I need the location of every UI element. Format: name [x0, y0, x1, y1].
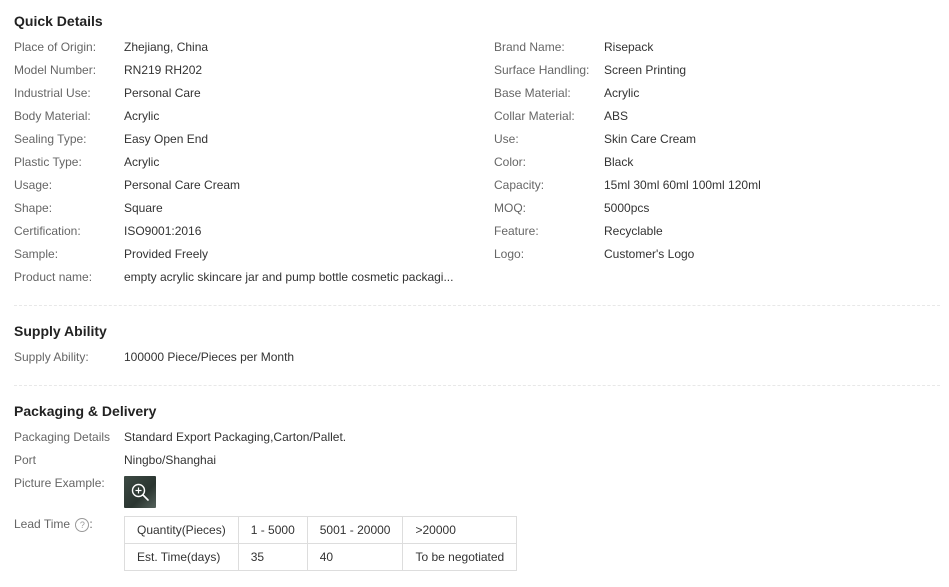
- detail-label: Shape:: [14, 201, 53, 215]
- detail-value: Black: [604, 155, 634, 169]
- detail-value: Provided Freely: [124, 247, 209, 261]
- detail-value: Personal Care Cream: [124, 178, 241, 192]
- detail-label: Use:: [494, 132, 519, 146]
- detail-value: Recyclable: [604, 224, 663, 238]
- section-divider: [14, 305, 940, 306]
- detail-label: Certification:: [14, 224, 81, 238]
- detail-value: ABS: [604, 109, 629, 123]
- detail-label: Collar Material:: [494, 109, 575, 123]
- detail-value: empty acrylic skincare jar and pump bott…: [124, 270, 454, 284]
- detail-label: Usage:: [14, 178, 53, 192]
- product-details-page: Quick Details Place of Origin: Zhejiang,…: [0, 0, 949, 587]
- detail-label: Color:: [494, 155, 527, 169]
- detail-label: Product name:: [14, 270, 93, 284]
- detail-label: Supply Ability:: [14, 350, 89, 364]
- detail-value: Personal Care: [124, 86, 201, 100]
- detail-value: Risepack: [604, 40, 654, 54]
- detail-value: Easy Open End: [124, 132, 209, 146]
- detail-value: 15ml 30ml 60ml 100ml 120ml: [604, 178, 761, 192]
- detail-value: Acrylic: [124, 155, 160, 169]
- table-cell: To be negotiated: [402, 543, 518, 571]
- lead-time-label-group: Lead Time ?:: [14, 517, 93, 532]
- detail-value: Acrylic: [124, 109, 160, 123]
- detail-value: Customer's Logo: [604, 247, 695, 261]
- detail-label: Body Material:: [14, 109, 91, 123]
- quick-details-title: Quick Details: [14, 13, 103, 29]
- detail-label: Plastic Type:: [14, 155, 82, 169]
- detail-label: Place of Origin:: [14, 40, 97, 54]
- detail-label: Packaging Details: [14, 430, 111, 444]
- zoom-in-icon: [131, 483, 149, 501]
- detail-value: Standard Export Packaging,Carton/Pallet.: [124, 430, 347, 444]
- detail-label: Surface Handling:: [494, 63, 590, 77]
- detail-label: Capacity:: [494, 178, 545, 192]
- detail-label: Logo:: [494, 247, 525, 261]
- detail-value: Ningbo/Shanghai: [124, 453, 217, 467]
- detail-value: RN219 RH202: [124, 63, 203, 77]
- table-cell: 1 - 5000: [237, 516, 308, 544]
- detail-value: Screen Printing: [604, 63, 687, 77]
- detail-label: Model Number:: [14, 63, 97, 77]
- detail-label: Port: [14, 453, 37, 467]
- table-row: Quantity(Pieces) 1 - 5000 5001 - 20000 >…: [124, 516, 518, 544]
- section-divider: [14, 385, 940, 386]
- table-cell: 40: [306, 543, 404, 571]
- table-cell: >20000: [402, 516, 518, 544]
- detail-label: Sample:: [14, 247, 59, 261]
- table-cell: Quantity(Pieces): [124, 516, 239, 544]
- detail-label: Lead Time: [14, 517, 71, 531]
- table-cell: Est. Time(days): [124, 543, 239, 571]
- detail-value: ISO9001:2016: [124, 224, 202, 238]
- packaging-delivery-title: Packaging & Delivery: [14, 403, 157, 419]
- detail-label: Industrial Use:: [14, 86, 91, 100]
- detail-label: MOQ:: [494, 201, 526, 215]
- detail-label: Picture Example:: [14, 476, 105, 490]
- help-icon[interactable]: ?: [75, 517, 90, 532]
- table-row: Est. Time(days) 35 40 To be negotiated: [124, 543, 518, 571]
- table-cell: 35: [237, 543, 308, 571]
- table-cell: 5001 - 20000: [306, 516, 404, 544]
- detail-label: Base Material:: [494, 86, 571, 100]
- detail-label: Feature:: [494, 224, 539, 238]
- detail-value: Skin Care Cream: [604, 132, 697, 146]
- supply-ability-title: Supply Ability: [14, 323, 107, 339]
- detail-value: Acrylic: [604, 86, 640, 100]
- detail-value: Square: [124, 201, 163, 215]
- detail-value: Zhejiang, China: [124, 40, 209, 54]
- detail-value: 100000 Piece/Pieces per Month: [124, 350, 295, 364]
- detail-label: Sealing Type:: [14, 132, 87, 146]
- picture-example-thumbnail[interactable]: [124, 476, 156, 508]
- lead-time-table: Quantity(Pieces) 1 - 5000 5001 - 20000 >…: [124, 516, 518, 571]
- detail-value: 5000pcs: [604, 201, 650, 215]
- detail-label: Brand Name:: [494, 40, 565, 54]
